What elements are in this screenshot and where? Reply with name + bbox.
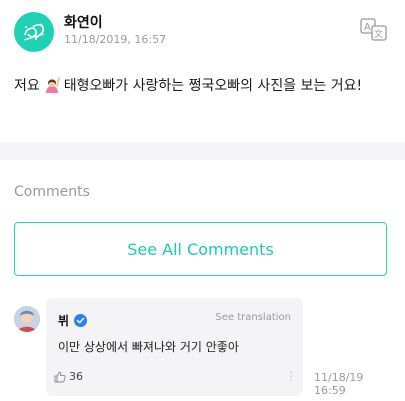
- like-button[interactable]: 36: [54, 370, 83, 383]
- like-count: 36: [69, 370, 83, 383]
- comment-timestamp: 11/18/19 16:59: [314, 371, 394, 397]
- svg-text:文: 文: [374, 28, 383, 40]
- post-timestamp: 11/18/2019, 16:57: [64, 33, 167, 46]
- comment-time: 16:59: [314, 384, 346, 397]
- person-raising-hand-icon: [43, 76, 61, 94]
- post-body: 저요 태형오빠가 사랑하는 쩡국오빠의 사진을 보는 거요!: [14, 74, 394, 99]
- translate-icon: A 文: [360, 18, 387, 41]
- comment-card: 뷔 See translation 이만 상상에서 빠져나와 거기 안좋아 36…: [46, 298, 303, 396]
- post-text-rest: 태형오빠가 사랑하는 쩡국오빠의 사진을 보는 거요!: [63, 78, 363, 94]
- more-options-icon[interactable]: ⋮: [285, 370, 297, 382]
- see-all-comments-button[interactable]: See All Comments: [14, 222, 387, 276]
- see-all-comments-label: See All Comments: [127, 239, 274, 259]
- author-name[interactable]: 화연이: [64, 12, 103, 32]
- author-avatar[interactable]: [14, 12, 54, 52]
- svg-text:A: A: [364, 22, 371, 33]
- comment-date: 11/18/19: [314, 371, 364, 384]
- comments-heading: Comments: [14, 184, 90, 200]
- post-header: 화연이 11/18/2019, 16:57 A 文: [0, 0, 405, 62]
- commenter-name[interactable]: 뷔: [58, 312, 69, 329]
- see-translation-link[interactable]: See translation: [215, 312, 291, 323]
- post-text-start: 저요: [14, 78, 40, 94]
- verified-badge-icon: [74, 312, 87, 327]
- avatar-logo-icon: [23, 23, 45, 41]
- commenter-avatar[interactable]: [14, 306, 40, 332]
- translate-button[interactable]: A 文: [360, 18, 388, 42]
- comment-text: 이만 상상에서 빠져나와 거기 안좋아: [58, 340, 239, 354]
- commenter-photo-icon: [14, 306, 40, 332]
- section-divider: [0, 142, 405, 160]
- thumbs-up-icon: [54, 371, 66, 382]
